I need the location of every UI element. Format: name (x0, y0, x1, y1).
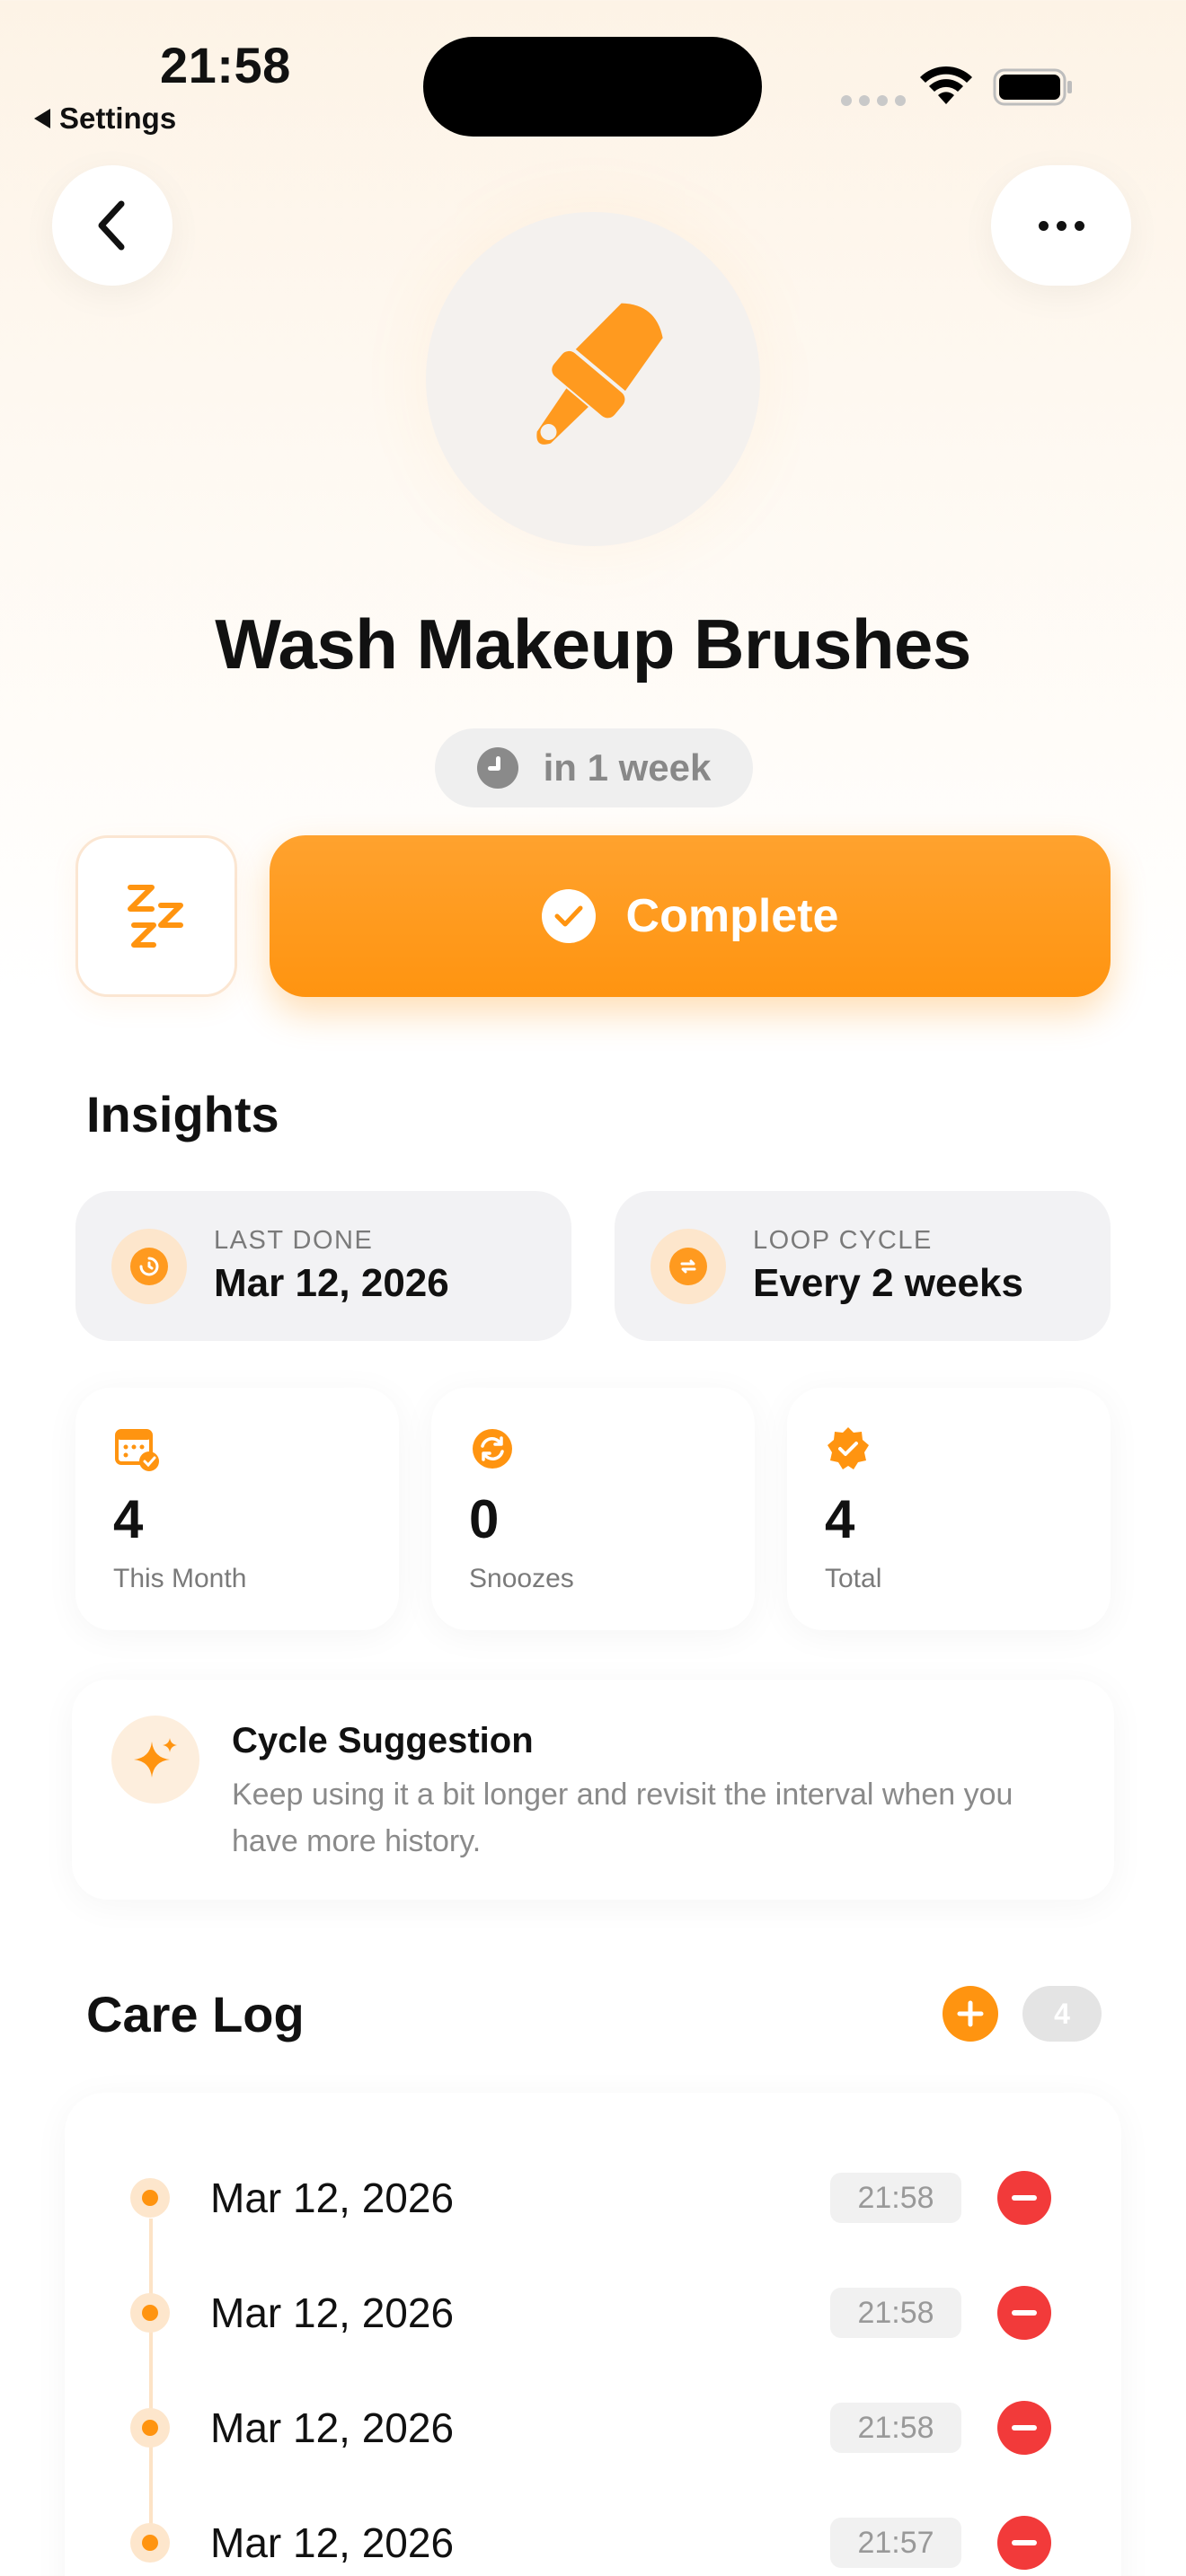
stat-label: Snoozes (469, 1564, 574, 1593)
back-button[interactable] (52, 165, 173, 286)
loop-cycle-label: LOOP CYCLE (753, 1226, 933, 1255)
timeline-dot-icon (130, 2178, 170, 2218)
log-time: 21:58 (830, 2288, 961, 2338)
delete-entry-button[interactable] (997, 2286, 1051, 2340)
verified-badge-icon (828, 1427, 869, 1469)
log-time: 21:58 (830, 2403, 961, 2453)
log-date: Mar 12, 2026 (210, 2404, 455, 2451)
add-log-entry-button[interactable] (943, 1986, 998, 2042)
insights-heading: Insights (86, 1086, 279, 1142)
plus-icon (957, 2000, 984, 2027)
due-text: in 1 week (543, 746, 712, 789)
battery-icon (993, 68, 1072, 106)
minus-icon (1012, 2310, 1037, 2316)
snooze-button[interactable] (75, 835, 237, 997)
stat-value: 4 (113, 1489, 144, 1549)
log-time: 21:57 (830, 2518, 961, 2568)
delete-entry-button[interactable] (997, 2401, 1051, 2455)
minus-icon (1012, 2195, 1037, 2201)
log-entry: Mar 12, 2026 21:58 (0, 2152, 1186, 2242)
cycle-suggestion-card: Cycle Suggestion Keep using it a bit lon… (72, 1680, 1114, 1900)
stat-value: 0 (469, 1489, 500, 1549)
log-time: 21:58 (830, 2173, 961, 2223)
delete-entry-button[interactable] (997, 2171, 1051, 2225)
last-done-card: LAST DONE Mar 12, 2026 (75, 1191, 571, 1341)
chevron-left-icon (98, 200, 125, 251)
status-time: 21:58 (160, 37, 291, 93)
complete-label: Complete (625, 890, 839, 942)
back-app-label: Settings (59, 101, 177, 135)
ellipsis-icon (1038, 220, 1084, 231)
log-entry: Mar 12, 2026 21:58 (0, 2267, 1186, 2357)
stat-card-total: 4 Total (787, 1388, 1111, 1630)
care-log-heading: Care Log (86, 1986, 305, 2042)
checkmark-circle-icon (541, 889, 596, 943)
log-entry: Mar 12, 2026 21:58 (0, 2382, 1186, 2472)
calendar-check-icon (115, 1429, 159, 1471)
back-triangle-icon (34, 109, 50, 128)
zzz-icon (128, 885, 183, 948)
last-done-value: Mar 12, 2026 (214, 1261, 449, 1305)
loop-cycle-value: Every 2 weeks (753, 1261, 1023, 1305)
stat-card-this-month: 4 This Month (75, 1388, 399, 1630)
stat-label: This Month (113, 1564, 247, 1593)
cellular-signal-icon (841, 95, 906, 106)
repeat-icon (651, 1228, 726, 1304)
timeline-dot-icon (130, 2523, 170, 2563)
loop-cycle-card: LOOP CYCLE Every 2 weeks (615, 1191, 1111, 1341)
minus-icon (1012, 2425, 1037, 2430)
timeline-dot-icon (130, 2293, 170, 2333)
more-options-button[interactable] (991, 165, 1131, 286)
stat-value: 4 (825, 1489, 855, 1549)
delete-entry-button[interactable] (997, 2516, 1051, 2570)
log-date: Mar 12, 2026 (210, 2289, 455, 2336)
refresh-circle-icon (473, 1429, 512, 1469)
suggestion-title: Cycle Suggestion (232, 1721, 534, 1760)
task-title: Wash Makeup Brushes (215, 604, 971, 684)
minus-icon (1012, 2540, 1037, 2545)
last-done-label: LAST DONE (214, 1226, 374, 1255)
history-icon (111, 1228, 187, 1304)
log-count-badge: 4 (1022, 1986, 1102, 2042)
log-date: Mar 12, 2026 (210, 2175, 455, 2221)
log-entry: Mar 12, 2026 21:57 (0, 2497, 1186, 2576)
task-icon-badge (426, 212, 760, 546)
back-to-app-link[interactable]: Settings (34, 101, 176, 136)
complete-button[interactable]: Complete (270, 835, 1111, 997)
stat-card-snoozes: 0 Snoozes (431, 1388, 755, 1630)
timeline-dot-icon (130, 2408, 170, 2448)
log-date: Mar 12, 2026 (210, 2519, 455, 2566)
wifi-icon (920, 66, 972, 104)
dynamic-island (423, 37, 762, 137)
paintbrush-icon (536, 303, 663, 445)
sparkles-icon (111, 1716, 199, 1804)
stat-label: Total (825, 1564, 882, 1593)
clock-icon (476, 747, 518, 789)
suggestion-text: Keep using it a bit longer and revisit t… (232, 1778, 1013, 1858)
due-badge: in 1 week (435, 728, 753, 807)
